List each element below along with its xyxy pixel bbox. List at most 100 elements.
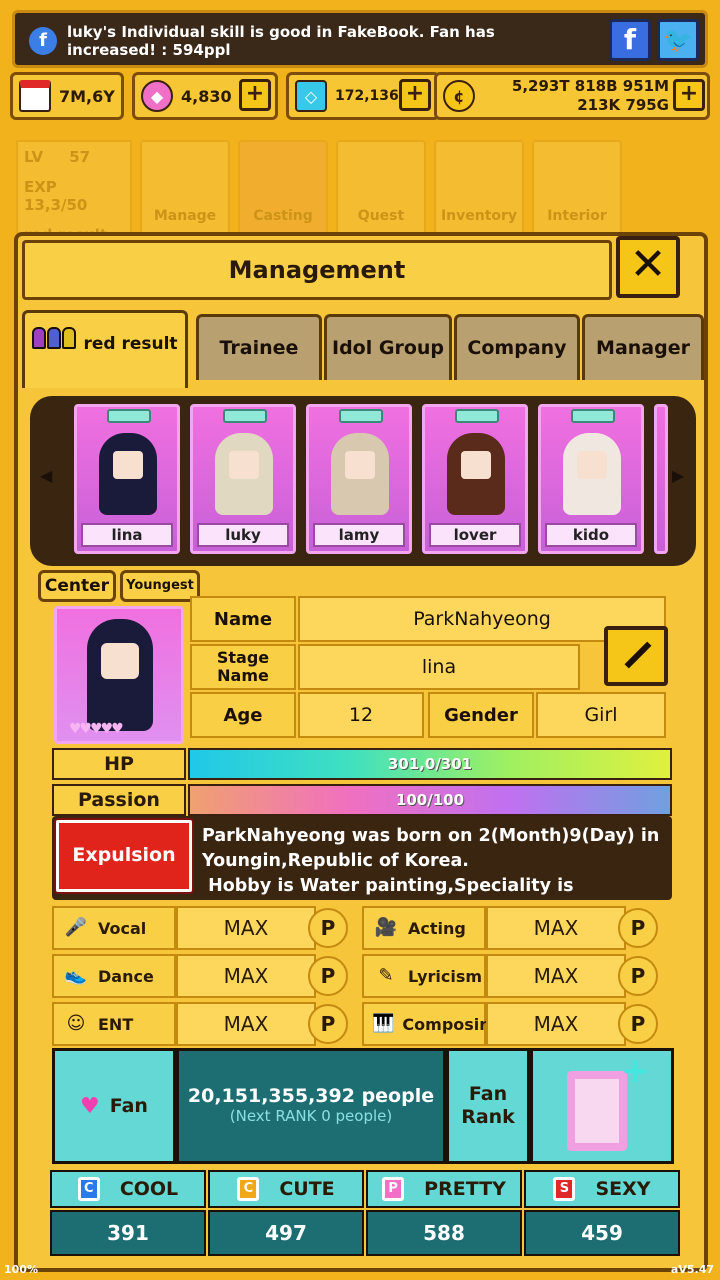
- stat-cute: C CUTE 497: [208, 1170, 364, 1258]
- mic-icon: 🎤: [64, 917, 88, 938]
- hp-value: 301,0/301: [387, 755, 473, 773]
- calendar-icon: [19, 80, 51, 112]
- stat-header: C CUTE: [208, 1170, 364, 1208]
- p-plus-icon: [567, 1071, 627, 1151]
- skill-p-button[interactable]: P: [308, 956, 348, 996]
- skill-p-button[interactable]: P: [308, 1004, 348, 1044]
- skill-lyricism: ✎ Lyricism MAX P: [362, 954, 662, 998]
- gem-value: 4,830: [181, 86, 232, 106]
- stat-cool-icon: C: [77, 1177, 100, 1201]
- exp-text: EXP 13,3/50: [24, 178, 88, 214]
- gender-value: Girl: [536, 692, 666, 738]
- facebook-share-button[interactable]: f: [609, 19, 651, 61]
- gem-display: ◆ 4,830 +: [132, 72, 278, 120]
- add-gems-button[interactable]: +: [239, 79, 271, 111]
- center-badge: Center: [38, 570, 116, 602]
- skill-p-button[interactable]: P: [618, 1004, 658, 1044]
- member-face: [345, 451, 375, 479]
- member-name: lina: [81, 523, 173, 547]
- member-carousel: ◀ ▶ lina luky lamy lover kido: [30, 396, 696, 566]
- stat-header: S SEXY: [524, 1170, 680, 1208]
- stat-pretty: P PRETTY 588: [366, 1170, 522, 1258]
- member-card[interactable]: lover: [422, 404, 528, 554]
- close-button[interactable]: ✕: [616, 236, 680, 298]
- background-menu: LV 57 EXP 13,3/50 red result Manage Cast…: [16, 140, 706, 244]
- facebook-icon: f: [623, 23, 637, 56]
- member-card[interactable]: lina: [74, 404, 180, 554]
- edit-name-button[interactable]: [604, 626, 668, 686]
- skill-p-button[interactable]: P: [618, 908, 658, 948]
- member-portrait: ♥♥♥♥♥: [54, 606, 184, 744]
- bio-box: Expulsion ParkNahyeong was born on 2(Mon…: [52, 816, 672, 900]
- skill-name-box: 👟 Dance: [52, 954, 176, 998]
- skill-value: MAX: [176, 954, 316, 998]
- carousel-right-arrow-icon[interactable]: ▶: [672, 466, 684, 485]
- twitter-share-button[interactable]: 🐦: [657, 19, 699, 61]
- skill-value: MAX: [486, 906, 626, 950]
- date-display: 7M,6Y: [10, 72, 124, 120]
- member-name: lover: [429, 523, 521, 547]
- tab-group-label: red result: [83, 334, 178, 354]
- piano-icon: 🎹: [372, 1013, 395, 1034]
- add-diamonds-button[interactable]: +: [399, 79, 431, 111]
- level-value: 57: [69, 148, 91, 166]
- fakebook-logo-icon: f: [29, 27, 57, 55]
- stat-header: P PRETTY: [366, 1170, 522, 1208]
- skill-name-box: ☺ ENT: [52, 1002, 176, 1046]
- stat-pretty-icon: P: [382, 1177, 405, 1201]
- stat-value: 391: [50, 1210, 206, 1256]
- member-card-partial[interactable]: [654, 404, 668, 554]
- carousel-left-arrow-icon[interactable]: ◀: [40, 466, 52, 485]
- gold-line-1: 5,293T 818B 951M: [511, 77, 669, 95]
- smile-icon: ☺: [66, 1013, 86, 1034]
- youngest-badge: Youngest: [120, 570, 200, 602]
- gold-display: ¢ 5,293T 818B 951M 213K 795G +: [434, 72, 710, 120]
- stage-name-label: Stage Name: [190, 644, 296, 690]
- skill-name-box: 🎤 Vocal: [52, 906, 176, 950]
- skill-value: MAX: [176, 906, 316, 950]
- notification-bar: f luky's Individual skill is good in Fak…: [12, 10, 708, 68]
- fan-rank-button[interactable]: Fan Rank: [446, 1048, 530, 1164]
- expulsion-button[interactable]: Expulsion: [56, 820, 192, 892]
- menu-tile-interior: Interior: [532, 140, 622, 236]
- tab-manager[interactable]: Manager: [582, 314, 704, 380]
- stat-cool: C COOL 391: [50, 1170, 206, 1258]
- notification-text: luky's Individual skill is good in FakeB…: [67, 23, 495, 59]
- add-gold-button[interactable]: +: [673, 79, 705, 111]
- fan-rank-p-button[interactable]: +: [530, 1048, 674, 1164]
- fan-label: Fan: [109, 1095, 148, 1117]
- member-card[interactable]: luky: [190, 404, 296, 554]
- date-value: 7M,6Y: [59, 86, 115, 106]
- skill-value: MAX: [486, 954, 626, 998]
- stat-name: CUTE: [279, 1178, 335, 1200]
- member-card[interactable]: lamy: [306, 404, 412, 554]
- tab-company[interactable]: Company: [454, 314, 580, 380]
- member-card[interactable]: kido: [538, 404, 644, 554]
- stat-name: COOL: [119, 1178, 179, 1200]
- skill-name: ENT: [98, 1014, 134, 1034]
- skill-name-box: 🎥 Acting: [362, 906, 486, 950]
- gold-coin-icon: ¢: [443, 80, 475, 112]
- skill-p-button[interactable]: P: [618, 956, 658, 996]
- skill-p-button[interactable]: P: [308, 908, 348, 948]
- tab-idol-group[interactable]: Idol Group: [324, 314, 452, 380]
- tab-group[interactable]: red result: [22, 310, 188, 388]
- menu-tile-casting: Casting: [238, 140, 328, 236]
- stat-sexy-icon: S: [553, 1177, 576, 1201]
- passion-bar: 100/100: [188, 784, 672, 816]
- name-label: Name: [190, 596, 296, 642]
- tab-trainee[interactable]: Trainee: [196, 314, 322, 380]
- shoe-icon: 👟: [64, 965, 88, 986]
- pencil-icon: [624, 641, 652, 669]
- crown-icon: [455, 409, 499, 423]
- member-name: lamy: [313, 523, 405, 547]
- crown-icon: [571, 409, 615, 423]
- crown-icon: [339, 409, 383, 423]
- skill-value: MAX: [176, 1002, 316, 1046]
- skill-dance: 👟 Dance MAX P: [52, 954, 352, 998]
- gold-value: 5,293T 818B 951M 213K 795G: [485, 77, 669, 115]
- fan-next-rank: (Next RANK 0 people): [229, 1107, 393, 1125]
- stage-name-value: lina: [298, 644, 580, 690]
- pink-gem-icon: ◆: [141, 80, 173, 112]
- age-value: 12: [298, 692, 424, 738]
